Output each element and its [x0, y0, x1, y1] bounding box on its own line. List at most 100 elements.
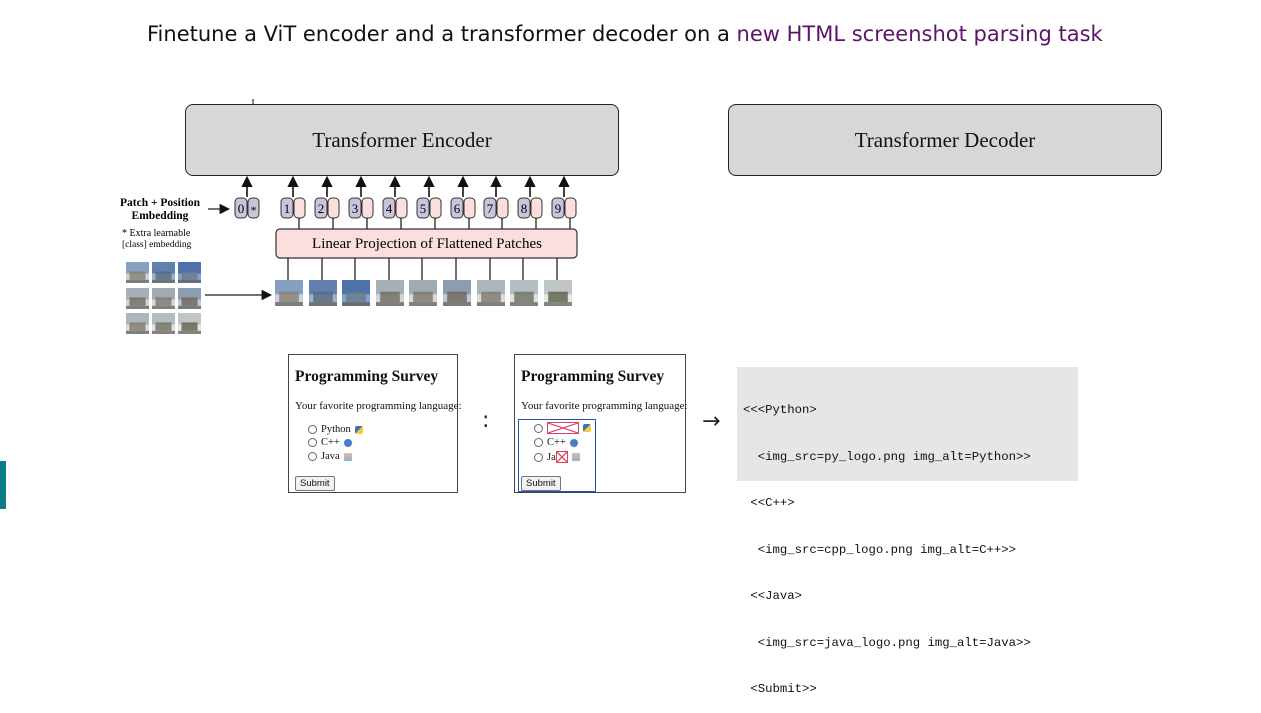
position-token-label: 0: [238, 201, 245, 216]
patch-building: [380, 291, 400, 303]
patch-ground: [126, 279, 149, 283]
java-logo-icon: [571, 453, 580, 461]
radio-java-masked[interactable]: [534, 452, 543, 462]
patch-embedding-token: [564, 197, 577, 219]
python-logo-icon: [583, 424, 591, 432]
submit-button-masked[interactable]: Submit: [521, 476, 561, 491]
option-cpp-masked: C++: [534, 437, 578, 448]
option-cpp-label: C++: [321, 437, 340, 448]
code-line: <<C++>: [743, 496, 795, 510]
radio-python-masked[interactable]: [534, 423, 543, 433]
patch-embedding-token: [361, 197, 374, 219]
form-title: Programming Survey: [295, 368, 439, 385]
class-token-marker: *: [251, 203, 257, 217]
position-token-label: 2: [318, 201, 325, 216]
side-accent-bar: [0, 461, 6, 509]
code-line: <img_src=java_logo.png img_alt=Java>>: [743, 635, 1031, 650]
python-logo-icon: [354, 425, 363, 434]
radio-java[interactable]: [308, 452, 317, 461]
patch-row: [275, 258, 572, 306]
broken-image-icon: [555, 451, 568, 463]
patch-embedding-token: [463, 197, 476, 219]
code-line: <<<Python>: [743, 403, 817, 417]
patch-ground: [544, 302, 572, 306]
position-tokens: 0 * 1 2 3 4 5 6 7 8 9: [234, 175, 577, 229]
option-cpp: C++: [308, 437, 352, 448]
patch-ground: [152, 305, 175, 309]
patch-ground: [126, 305, 149, 309]
patch-ground: [409, 302, 437, 306]
form-question-masked: Your favorite programming language:: [521, 400, 688, 412]
patch-building: [155, 271, 172, 280]
patch-ground: [443, 302, 471, 306]
patch-ground: [178, 279, 201, 283]
position-token-label: 5: [420, 201, 427, 216]
patch-ground: [275, 302, 303, 306]
parsed-output-code: <<<Python> <img_src=py_logo.png img_alt=…: [737, 367, 1078, 696]
position-token-label: 9: [555, 201, 562, 216]
patch-building: [279, 291, 299, 303]
code-line: <img_src=cpp_logo.png img_alt=C++>>: [743, 542, 1017, 557]
patch-ground: [152, 330, 175, 334]
patch-embedding-token: [530, 197, 543, 219]
patch-ground: [376, 302, 404, 306]
extra-note-2: [class] embedding: [122, 240, 192, 250]
option-java-masked: Ja: [534, 451, 580, 463]
patch-ground: [126, 330, 149, 334]
patch-embedding-token: [429, 197, 442, 219]
radio-python[interactable]: [308, 425, 317, 434]
form-title-masked: Programming Survey: [521, 368, 665, 385]
code-line: <<Java>: [743, 589, 803, 603]
patch-ground: [342, 302, 370, 306]
cpp-logo-icon: [343, 438, 352, 447]
image-patch-grid: [126, 262, 201, 334]
rendered-form-masked: Programming Survey Your favorite program…: [514, 354, 688, 493]
patch-embedding-token: [293, 197, 306, 219]
patch-embedding-token: [496, 197, 509, 219]
separator-colon: :: [482, 408, 490, 433]
embedding-label-1: Patch + Position: [120, 197, 201, 209]
patch-building: [346, 291, 366, 303]
position-token-label: 3: [352, 201, 359, 216]
patch-building: [181, 322, 198, 331]
position-token-label: 7: [487, 201, 494, 216]
patch-building: [413, 291, 433, 303]
option-python-label: Python: [321, 424, 351, 435]
embedding-label-2: Embedding: [132, 210, 189, 222]
patch-building: [155, 297, 172, 306]
position-token-label: 6: [454, 201, 461, 216]
patch-building: [129, 297, 146, 306]
projection-label: Linear Projection of Flattened Patches: [312, 236, 542, 252]
patch-ground: [477, 302, 505, 306]
position-token-label: 8: [521, 201, 528, 216]
patch-building: [514, 291, 534, 303]
java-logo-icon: [343, 452, 352, 461]
patch-building: [155, 322, 172, 331]
arrow-to-output: →: [702, 409, 721, 434]
radio-cpp-masked[interactable]: [534, 438, 543, 447]
rendered-form-original: Programming Survey Your favorite program…: [288, 354, 462, 493]
patch-embedding-token: [395, 197, 408, 219]
patch-building: [129, 271, 146, 280]
extra-note-1: * Extra learnable: [122, 228, 191, 239]
patch-building: [481, 291, 501, 303]
patch-ground: [178, 330, 201, 334]
code-line: <img_src=py_logo.png img_alt=Python>>: [743, 449, 1031, 464]
patch-building: [181, 271, 198, 280]
option-cpp-label-masked: C++: [547, 437, 566, 448]
patch-ground: [152, 279, 175, 283]
patch-ground: [178, 305, 201, 309]
cpp-logo-icon: [569, 438, 578, 447]
option-python-masked: [534, 422, 591, 434]
radio-cpp[interactable]: [308, 438, 317, 447]
code-line: <Submit>>: [743, 682, 817, 696]
option-java-label: Java: [321, 451, 340, 462]
patch-ground: [510, 302, 538, 306]
patch-building: [129, 322, 146, 331]
submit-button[interactable]: Submit: [295, 476, 335, 491]
option-python: Python: [308, 424, 363, 435]
patch-embedding-token: [327, 197, 340, 219]
broken-image-icon: [547, 422, 579, 434]
option-java: Java: [308, 451, 352, 462]
patch-building: [548, 291, 568, 303]
